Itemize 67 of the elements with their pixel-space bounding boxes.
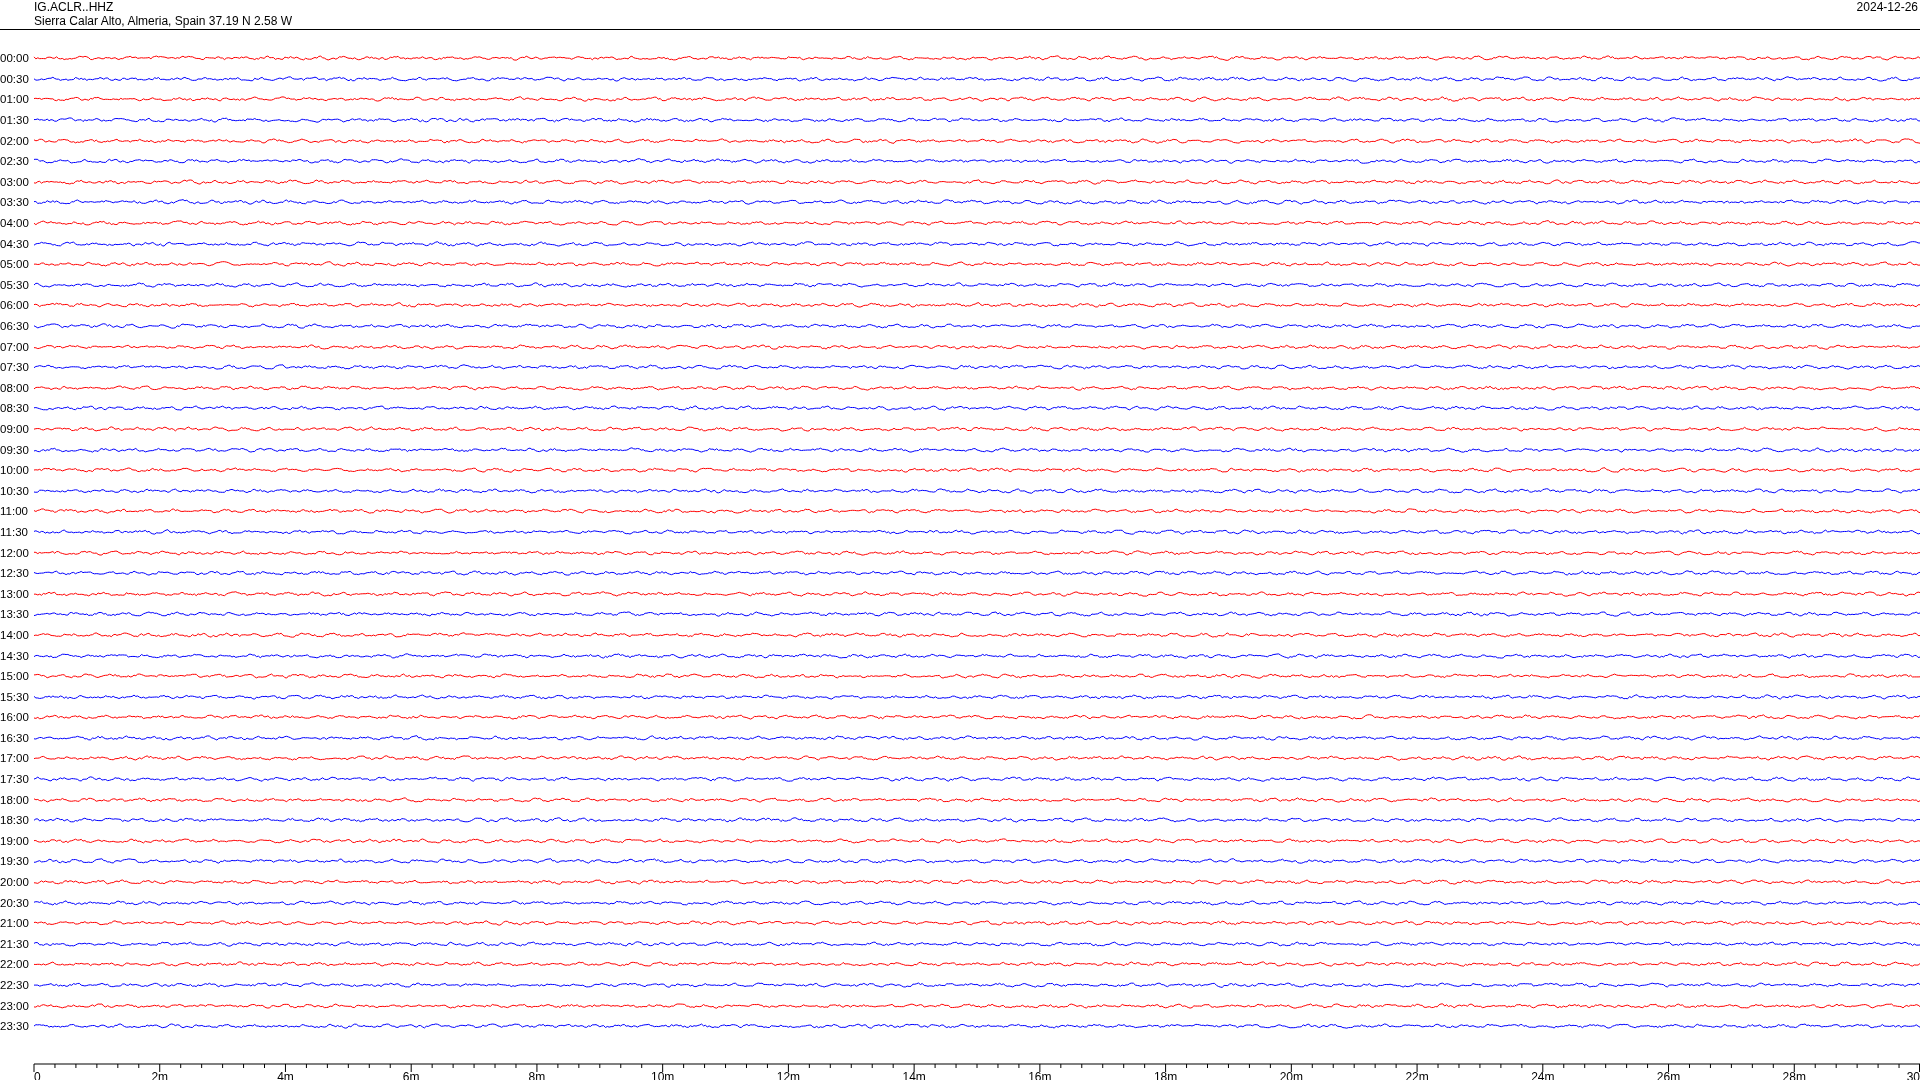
axis-tick-label: 18m [1153, 1069, 1178, 1080]
axis-tick-label: 4m [277, 1069, 294, 1080]
axis-tick-label: 26m [1656, 1069, 1681, 1080]
time-label: 20:00 [0, 876, 30, 889]
time-label: 16:30 [0, 731, 30, 744]
axis-tick-label: 14m [902, 1069, 926, 1080]
time-label: 06:30 [0, 320, 30, 332]
time-label: 13:00 [0, 587, 30, 600]
time-label: 11:00 [0, 505, 29, 518]
time-label: 21:00 [0, 917, 30, 930]
time-label: 21:30 [0, 937, 30, 950]
time-label: 22:30 [0, 979, 30, 991]
time-label: 05:30 [0, 278, 30, 291]
time-label: 04:30 [0, 237, 30, 250]
time-label: 20:30 [0, 896, 30, 909]
axis-tick-label: 28m [1782, 1069, 1806, 1080]
axis-tick-label: 16m [1028, 1069, 1052, 1080]
time-label: 02:00 [0, 134, 30, 147]
time-label: 10:30 [0, 484, 30, 497]
time-label: 04:00 [0, 217, 30, 230]
time-label: 05:00 [0, 258, 30, 271]
time-label: 23:00 [0, 999, 30, 1012]
time-label: 13:30 [0, 608, 30, 621]
time-label: 07:00 [0, 340, 30, 353]
time-label: 23:30 [0, 1020, 30, 1033]
time-label: 18:30 [0, 814, 30, 827]
time-label: 17:00 [0, 752, 30, 765]
time-label: 14:30 [0, 649, 30, 662]
time-label: 01:30 [0, 114, 30, 127]
time-label: 16:00 [0, 711, 30, 724]
time-label: 07:30 [0, 361, 30, 374]
time-label: 03:30 [0, 196, 30, 209]
time-label: 17:30 [0, 773, 30, 786]
axis-tick-label: 2m [151, 1069, 169, 1080]
time-label: 22:00 [0, 958, 30, 971]
time-label: 15:30 [0, 690, 30, 703]
axis-tick-label: 12m [776, 1069, 801, 1080]
axis-tick-label: 8m [528, 1069, 546, 1080]
time-label: 00:30 [0, 72, 30, 85]
time-label: 12:30 [0, 567, 30, 580]
time-label: 11:30 [0, 525, 29, 538]
time-label: 19:30 [0, 855, 30, 868]
axis-tick-label: 24m [1531, 1069, 1555, 1080]
axis-tick-label: 10m [651, 1069, 675, 1080]
time-label: 15:00 [0, 670, 30, 683]
time-label: 09:00 [0, 423, 30, 435]
axis-tick-label: 20m [1279, 1069, 1303, 1080]
station-location: Sierra Calar Alto, Almeria, Spain 37.19 N 2.58 W [34, 15, 293, 28]
axis-tick-label: 22m [1405, 1069, 1429, 1080]
date-label: 2024-12-26 [1856, 1, 1918, 14]
time-label: 00:00 [0, 52, 30, 65]
time-label: 08:00 [0, 381, 30, 394]
time-label: 03:00 [0, 175, 30, 188]
station-code: IG.ACLR..HHZ [34, 1, 114, 14]
axis-tick-label: 30 [1906, 1069, 1920, 1080]
time-label: 14:00 [0, 628, 30, 641]
time-label: 02:30 [0, 155, 30, 168]
time-label: 12:00 [0, 546, 30, 559]
time-label: 08:30 [0, 402, 30, 415]
time-label: 10:00 [0, 464, 30, 477]
axis-tick-label: 0 [34, 1069, 41, 1080]
axis-tick-label: 6m [402, 1069, 420, 1080]
time-label: 18:00 [0, 793, 30, 806]
time-label: 06:00 [0, 299, 30, 312]
time-label: 19:00 [0, 834, 30, 847]
time-label: 01:00 [0, 93, 30, 106]
time-label: 09:30 [0, 443, 30, 456]
